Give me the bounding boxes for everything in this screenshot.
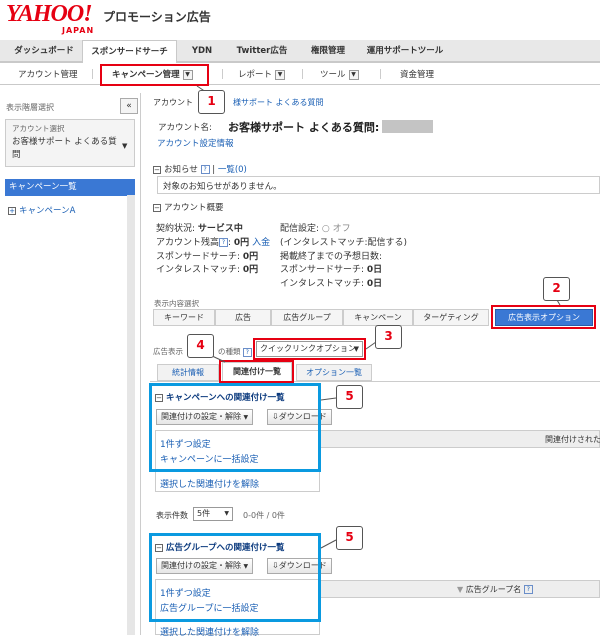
callout-2: 2: [543, 277, 570, 301]
callout-5: 5: [336, 385, 363, 409]
callout-3: 3: [375, 325, 402, 349]
callout-4: 4: [187, 334, 214, 358]
callout-connectors: [196, 85, 561, 549]
callout-1: 1: [198, 90, 225, 114]
callout-5b: 5: [336, 526, 363, 550]
